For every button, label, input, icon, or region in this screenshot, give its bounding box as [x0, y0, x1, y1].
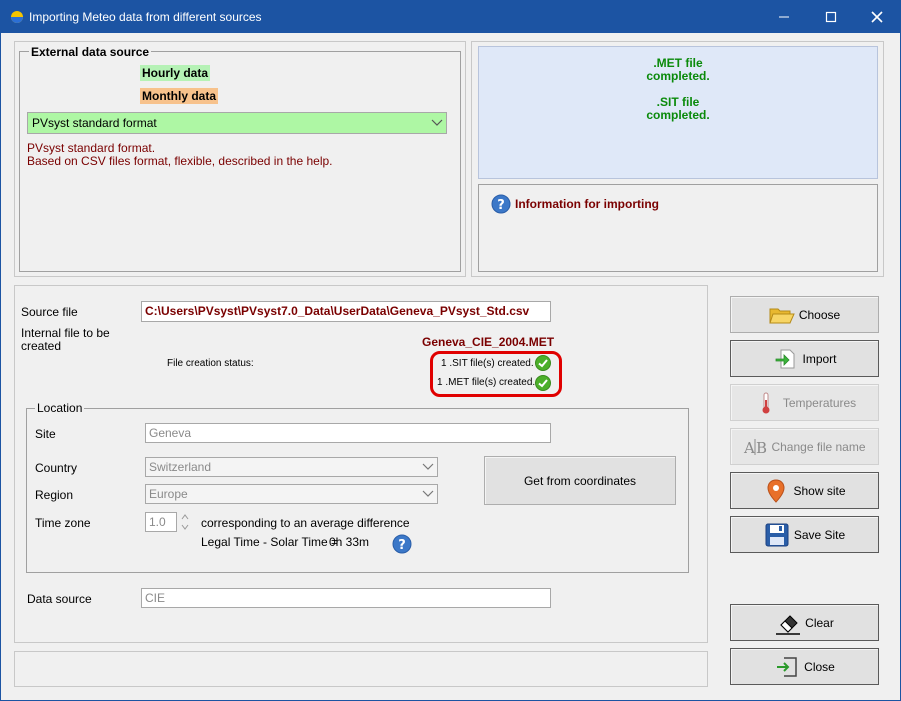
timezone-description: corresponding to an average difference [201, 516, 410, 530]
timezone-input[interactable]: 1.0 [145, 512, 177, 532]
internal-file-label-1: Internal file to be [21, 326, 110, 340]
help-icon[interactable]: ? [491, 194, 511, 214]
status-bar [14, 651, 708, 687]
eraser-icon [776, 614, 801, 635]
chevron-down-icon [422, 463, 434, 470]
import-label: Import [802, 351, 837, 366]
timezone-spinner-icon[interactable] [180, 512, 190, 532]
region-select[interactable]: Europe [145, 484, 438, 504]
source-file-label: Source file [21, 305, 78, 319]
file-creation-status-label: File creation status: [167, 358, 254, 369]
format-select-value: PVsyst standard format [32, 116, 157, 130]
legal-time-value: 0h 33m [329, 535, 370, 549]
save-site-label: Save Site [793, 527, 846, 542]
app-sun-icon [11, 11, 23, 23]
region-label: Region [35, 488, 74, 502]
format-select[interactable]: PVsyst standard format [27, 112, 447, 134]
close-window-button[interactable] [854, 1, 900, 33]
get-from-coordinates-button[interactable]: Get from coordinates [484, 456, 676, 505]
sit-status-line2: completed. [646, 108, 710, 122]
chevron-down-icon [422, 490, 434, 497]
import-meteo-window: Importing Meteo data from different sour… [0, 0, 901, 701]
change-file-name-button[interactable]: A B Change file name [730, 428, 879, 465]
show-site-button[interactable]: Show site [730, 472, 879, 509]
folder-open-icon [769, 308, 795, 323]
close-button[interactable]: Close [730, 648, 879, 685]
check-icon [535, 355, 551, 371]
data-source-input[interactable]: CIE [141, 588, 551, 608]
site-value: Geneva [149, 426, 192, 440]
exit-door-icon [777, 656, 797, 677]
hourly-data-option[interactable]: Hourly data [140, 65, 211, 81]
maximize-button[interactable] [808, 1, 854, 33]
maximize-icon [825, 11, 837, 23]
save-site-button[interactable]: Save Site [730, 516, 879, 553]
legal-time-label: Legal Time - Solar Time = [201, 535, 339, 549]
import-button[interactable]: Import [730, 340, 879, 377]
sit-file-status: 1 .SIT file(s) created. [441, 358, 534, 369]
clear-button[interactable]: Clear [730, 604, 879, 641]
clear-label: Clear [805, 615, 834, 630]
choose-label: Choose [798, 307, 841, 322]
timezone-label: Time zone [35, 516, 91, 530]
format-description-line2: Based on CSV files format, flexible, des… [27, 154, 333, 168]
show-site-label: Show site [793, 483, 846, 498]
window-title: Importing Meteo data from different sour… [29, 10, 262, 24]
close-icon [871, 11, 883, 23]
thermometer-icon [762, 392, 770, 413]
info-panel-title: Information for importing [515, 197, 659, 211]
map-pin-icon [767, 478, 785, 503]
floppy-disk-icon [765, 523, 789, 546]
temperatures-label: Temperatures [782, 395, 857, 410]
temperatures-button[interactable]: Temperatures [730, 384, 879, 421]
format-description-line1: PVsyst standard format. [27, 141, 156, 155]
monthly-data-option[interactable]: Monthly data [140, 88, 218, 104]
internal-file-name: Geneva_CIE_2004.MET [422, 335, 555, 349]
external-source-legend: External data source [29, 45, 152, 59]
completion-status-panel: .MET file completed. .SIT file completed… [478, 46, 878, 179]
data-source-label: Data source [27, 592, 92, 606]
location-legend: Location [35, 401, 85, 415]
region-value: Europe [149, 487, 188, 501]
source-file-path: C:\Users\PVsyst\PVsyst7.0_Data\UserData\… [145, 304, 530, 318]
site-input[interactable]: Geneva [145, 423, 551, 443]
met-file-status: 1 .MET file(s) created. [437, 377, 536, 388]
check-icon [535, 375, 551, 391]
minimize-icon [779, 16, 789, 18]
source-file-input[interactable]: C:\Users\PVsyst\PVsyst7.0_Data\UserData\… [141, 301, 551, 322]
get-from-coordinates-label: Get from coordinates [523, 473, 637, 488]
svg-text:?: ? [497, 198, 505, 213]
svg-text:A: A [743, 439, 755, 457]
rename-icon: A B [743, 438, 767, 457]
import-file-icon [776, 349, 795, 368]
country-value: Switzerland [149, 460, 212, 474]
data-source-value: CIE [145, 591, 166, 605]
svg-text:?: ? [398, 538, 406, 553]
country-label: Country [35, 461, 78, 475]
chevron-down-icon [431, 119, 443, 126]
help-icon[interactable]: ? [392, 534, 412, 554]
internal-file-label-2: created [21, 339, 62, 353]
minimize-button[interactable] [761, 1, 807, 33]
change-file-name-label: Change file name [771, 439, 866, 454]
timezone-value: 1.0 [149, 515, 166, 529]
site-label: Site [35, 427, 56, 441]
title-bar: Importing Meteo data from different sour… [1, 1, 900, 33]
svg-text:B: B [756, 439, 767, 457]
close-label: Close [804, 659, 835, 674]
met-status-line2: completed. [646, 69, 710, 83]
choose-button[interactable]: Choose [730, 296, 879, 333]
country-select[interactable]: Switzerland [145, 457, 438, 477]
